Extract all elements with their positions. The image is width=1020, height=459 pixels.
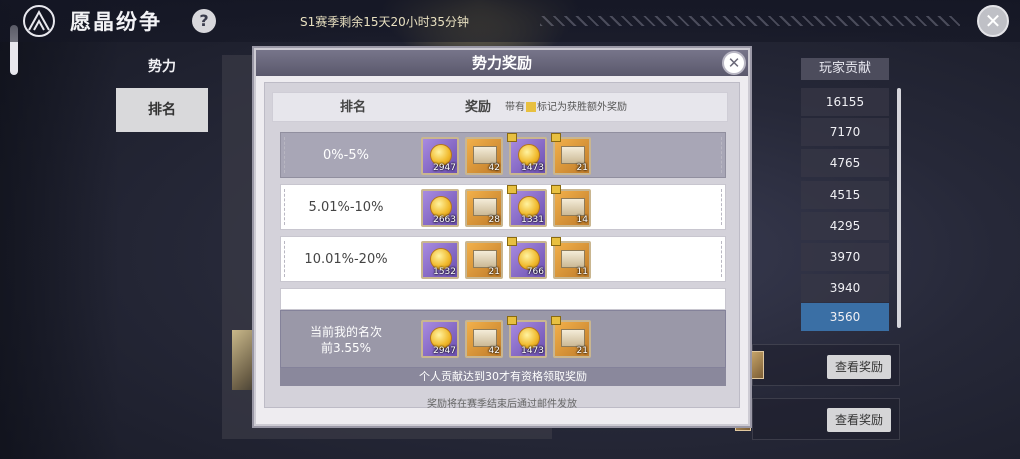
tier-label: 10.01%-20% bbox=[304, 252, 388, 267]
row-divider bbox=[721, 241, 722, 277]
item-count: 42 bbox=[488, 163, 500, 173]
reward-tier-row-partial bbox=[280, 288, 726, 310]
contribution-row[interactable]: 3560 bbox=[801, 303, 889, 331]
treasure-chest-item[interactable]: 11 bbox=[551, 237, 591, 279]
view-reward-button[interactable]: 查看奖励 bbox=[827, 408, 891, 432]
item-count: 2947 bbox=[433, 163, 456, 173]
contribution-row[interactable]: 4515 bbox=[801, 181, 889, 209]
item-count: 1331 bbox=[521, 215, 544, 225]
item-count: 1473 bbox=[521, 346, 544, 356]
tier-label: 0%-5% bbox=[323, 148, 369, 163]
contribution-row[interactable]: 16155 bbox=[801, 88, 889, 116]
row-divider bbox=[721, 189, 722, 225]
bonus-mark-icon bbox=[551, 133, 561, 142]
reward-tier-row: 0%-5% 2947 42 1473 21 bbox=[280, 132, 726, 178]
crystal-coin-item[interactable]: 2663 bbox=[421, 189, 459, 227]
item-count: 1532 bbox=[433, 267, 456, 277]
help-icon[interactable]: ? bbox=[192, 9, 216, 33]
bonus-mark-icon bbox=[507, 316, 517, 325]
footer-note: 奖励将在赛季结束后通过邮件发放 bbox=[427, 399, 577, 410]
my-rank-row: 当前我的名次 前3.55% 2947 42 1473 21 bbox=[280, 310, 726, 368]
treasure-chest-item[interactable]: 21 bbox=[551, 133, 591, 175]
tab-rank[interactable]: 排名 bbox=[116, 88, 208, 132]
contribution-header: 玩家贡献 bbox=[801, 58, 889, 80]
treasure-chest-item[interactable]: 21 bbox=[551, 316, 591, 358]
background-shade bbox=[0, 0, 120, 459]
crystal-coin-item[interactable]: 2947 bbox=[421, 320, 459, 358]
treasure-chest-item[interactable]: 14 bbox=[551, 185, 591, 227]
column-rank: 排名 bbox=[339, 100, 366, 115]
faction-reward-dialog: 势力奖励 ✕ 排名 奖励 带有 标记为获胜额外奖励 0%-5% 2947 42 1473… bbox=[254, 48, 750, 426]
chest-icon bbox=[561, 146, 585, 164]
item-count: 14 bbox=[576, 215, 588, 225]
condition-text: 个人贡献达到30才有资格领取奖励 bbox=[280, 368, 726, 386]
treasure-chest-item[interactable]: 42 bbox=[465, 137, 503, 175]
list-scrollbar[interactable] bbox=[897, 88, 901, 328]
page-title: 愿晶纷争 bbox=[70, 10, 162, 34]
chest-icon bbox=[561, 329, 585, 347]
my-rank-label: 当前我的名次 bbox=[309, 325, 382, 339]
column-reward: 奖励 bbox=[464, 100, 491, 115]
bonus-note: 带有 标记为获胜额外奖励 bbox=[505, 93, 725, 123]
treasure-chest-item[interactable]: 21 bbox=[465, 241, 503, 279]
bonus-mark-icon bbox=[551, 185, 561, 194]
reward-tier-row: 5.01%-10% 2663 28 1331 14 bbox=[280, 184, 726, 230]
my-rank-percent: 前3.55% bbox=[320, 341, 372, 355]
chest-icon bbox=[561, 198, 585, 216]
reward-tier-row: 10.01%-20% 1532 21 766 11 bbox=[280, 236, 726, 282]
contribution-row[interactable]: 4765 bbox=[801, 149, 889, 177]
chest-icon bbox=[561, 250, 585, 268]
table-header: 排名 奖励 带有 标记为获胜额外奖励 bbox=[272, 92, 728, 122]
item-count: 1473 bbox=[521, 163, 544, 173]
close-icon[interactable]: ✕ bbox=[977, 5, 1009, 37]
reward-icon bbox=[748, 351, 764, 379]
tier-label: 5.01%-10% bbox=[308, 200, 384, 215]
item-count: 21 bbox=[576, 346, 588, 356]
crystal-coin-item[interactable]: 1331 bbox=[507, 185, 547, 227]
treasure-chest-item[interactable]: 28 bbox=[465, 189, 503, 227]
item-count: 21 bbox=[488, 267, 500, 277]
item-count: 42 bbox=[488, 346, 500, 356]
crystal-coin-item[interactable]: 1473 bbox=[507, 133, 547, 175]
contribution-row[interactable]: 4295 bbox=[801, 212, 889, 240]
chest-icon bbox=[473, 146, 497, 164]
row-divider bbox=[721, 137, 722, 173]
chest-icon bbox=[473, 250, 497, 268]
item-count: 766 bbox=[526, 267, 544, 277]
dialog-title: 势力奖励 bbox=[256, 50, 748, 76]
dialog-close-icon[interactable]: ✕ bbox=[722, 51, 746, 75]
note-suffix: 标记为获胜额外奖励 bbox=[537, 102, 627, 113]
season-timer: S1赛季剩余15天20小时35分钟 bbox=[300, 15, 470, 29]
view-reward-button[interactable]: 查看奖励 bbox=[827, 355, 891, 379]
contribution-row[interactable]: 7170 bbox=[801, 118, 889, 146]
item-count: 2947 bbox=[433, 346, 456, 356]
note-prefix: 带有 bbox=[505, 102, 525, 113]
crystal-coin-item[interactable]: 1532 bbox=[421, 241, 459, 279]
crystal-coin-item[interactable]: 766 bbox=[507, 237, 547, 279]
bonus-mark-icon bbox=[551, 237, 561, 246]
chest-icon bbox=[473, 329, 497, 347]
crystal-coin-item[interactable]: 2947 bbox=[421, 137, 459, 175]
bonus-mark-icon bbox=[507, 133, 517, 142]
bonus-mark-icon bbox=[507, 185, 517, 194]
item-count: 21 bbox=[576, 163, 588, 173]
item-count: 11 bbox=[576, 267, 588, 277]
contribution-row[interactable]: 3940 bbox=[801, 274, 889, 302]
crystal-coin-item[interactable]: 1473 bbox=[507, 316, 547, 358]
bonus-mark-icon bbox=[551, 316, 561, 325]
treasure-chest-item[interactable]: 42 bbox=[465, 320, 503, 358]
bonus-mark-icon bbox=[526, 102, 536, 112]
bonus-mark-icon bbox=[507, 237, 517, 246]
item-count: 28 bbox=[488, 215, 500, 225]
item-count: 2663 bbox=[433, 215, 456, 225]
faction-logo-icon bbox=[23, 5, 55, 37]
tab-force[interactable]: 势力 bbox=[116, 52, 208, 82]
contribution-row[interactable]: 3970 bbox=[801, 243, 889, 271]
chest-icon bbox=[473, 198, 497, 216]
